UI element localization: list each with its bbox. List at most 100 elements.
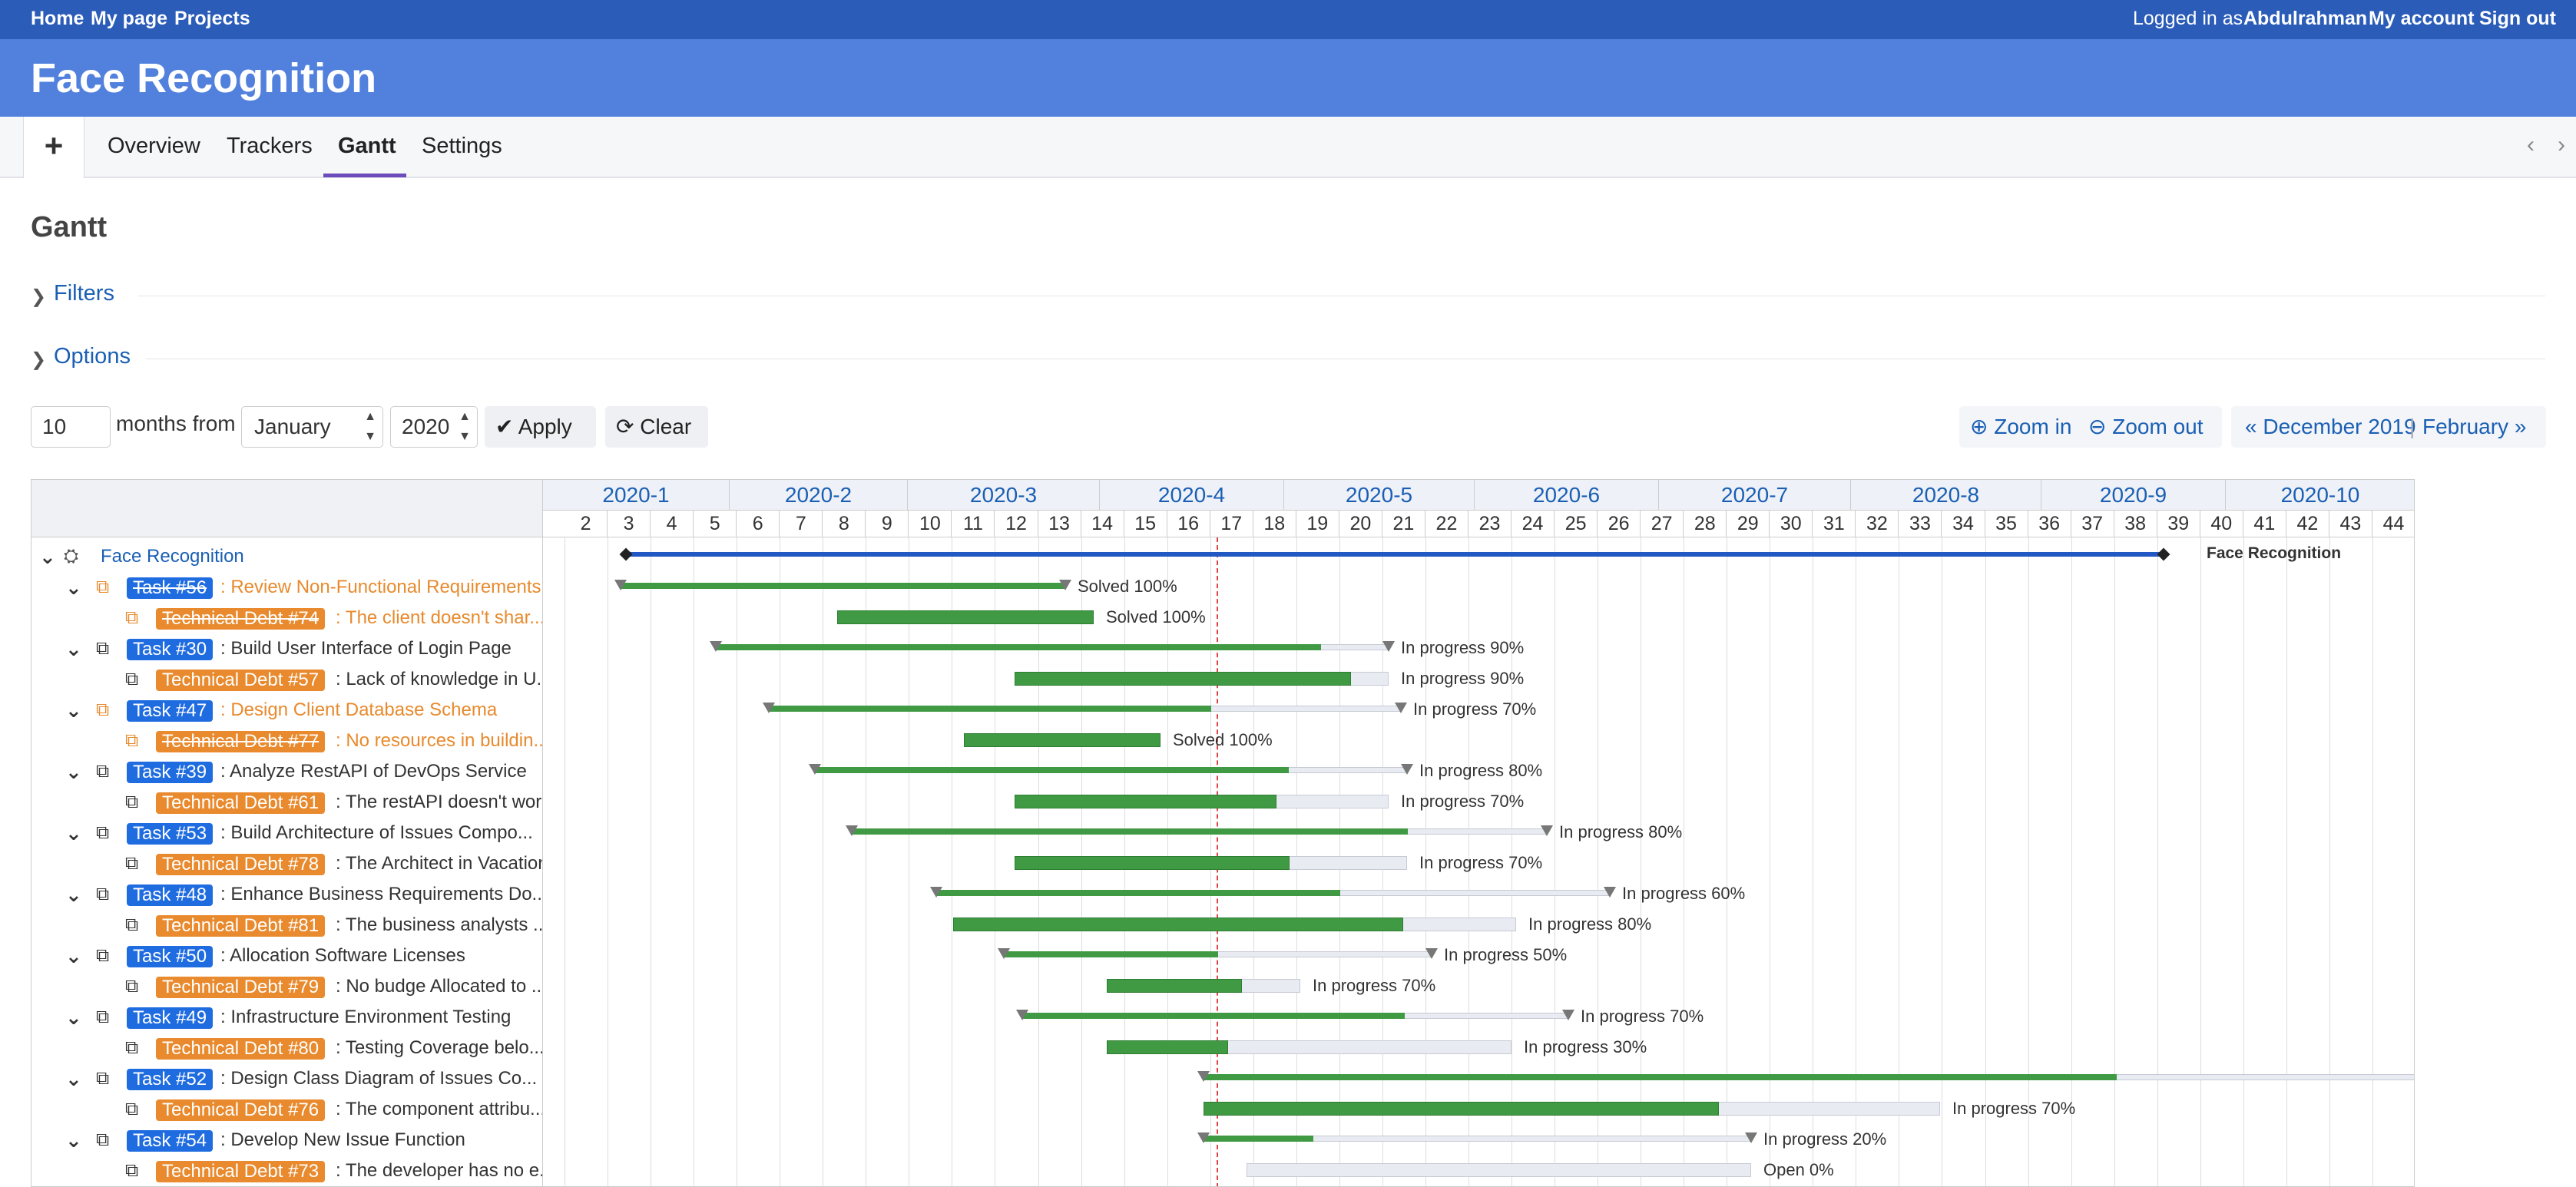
apply-button[interactable]: ✔ Apply (485, 406, 596, 448)
tab-selected-indicator (323, 174, 406, 177)
issue-subject[interactable]: : Build Architecture of Issues Compo... (220, 818, 533, 848)
collapse-icon[interactable]: ⌄ (65, 1063, 82, 1094)
issue-subject[interactable]: : The component attribu... (336, 1094, 542, 1125)
issue-id-badge[interactable]: Task #39 (127, 762, 214, 783)
month-header-cell[interactable]: 2020-5 (1284, 480, 1475, 511)
month-header-cell[interactable]: 2020-7 (1659, 480, 1851, 511)
task-start-marker (930, 887, 942, 898)
home-link[interactable]: Home (31, 8, 84, 30)
issue-subject[interactable]: : No budge Allocated to ... (336, 971, 542, 1002)
sign-out-link[interactable]: Sign out (2479, 8, 2556, 30)
month-header-cell[interactable]: 2020-4 (1100, 480, 1284, 511)
collapse-icon[interactable]: ⌄ (39, 541, 56, 572)
issue-subject[interactable]: : Enhance Business Requirements Do... (220, 879, 542, 910)
issue-id-badge[interactable]: Task #53 (127, 823, 214, 845)
issue-subject[interactable]: : The restAPI doesn't work (336, 787, 542, 818)
month-header-cell[interactable]: 2020-10 (2226, 480, 2414, 511)
issue-id-badge[interactable]: Technical Debt #78 (156, 854, 326, 875)
issue-subject[interactable]: : Review Non-Functional Requirements (220, 572, 541, 603)
issue-id-badge[interactable]: Technical Debt #74 (156, 608, 326, 630)
issue-subject[interactable]: : Design Class Diagram of Issues Co... (220, 1063, 537, 1094)
collapse-icon[interactable]: ⌄ (65, 633, 82, 664)
issue-subject[interactable]: : Allocation Software Licenses (220, 941, 465, 971)
bar-status-label: Solved 100% (1106, 607, 1206, 627)
issue-subject[interactable]: : No resources in buildin... (336, 726, 542, 756)
collapse-icon[interactable]: ⌄ (65, 1125, 82, 1156)
issue-id-badge[interactable]: Technical Debt #61 (156, 792, 326, 814)
month-header-cell[interactable]: 2020-2 (730, 480, 908, 511)
new-object-button[interactable]: + (23, 117, 84, 178)
zoom-in-icon: ⊕ (1970, 415, 1988, 438)
previous-period-link[interactable]: « December 2019 (2245, 406, 2416, 448)
issue-id-badge[interactable]: Technical Debt #76 (156, 1099, 326, 1121)
collapse-icon[interactable]: ⌄ (65, 1002, 82, 1033)
issue-subject[interactable]: : Testing Coverage belo... (336, 1033, 542, 1063)
issue-id-badge[interactable]: Technical Debt #80 (156, 1038, 326, 1060)
issue-subject[interactable]: : Infrastructure Environment Testing (220, 1002, 511, 1033)
month-header-cell[interactable]: 2020-6 (1475, 480, 1659, 511)
month-header-cell[interactable]: 2020-8 (1851, 480, 2041, 511)
projects-link[interactable]: Projects (174, 8, 250, 30)
issue-id-badge[interactable]: Technical Debt #79 (156, 977, 326, 998)
issue-icon: ⧉ (125, 853, 139, 874)
issue-id-badge[interactable]: Technical Debt #73 (156, 1161, 326, 1182)
my-page-link[interactable]: My page (91, 8, 167, 30)
collapse-icon[interactable]: ⌄ (65, 572, 82, 603)
issue-id-badge[interactable]: Technical Debt #77 (156, 731, 326, 752)
issue-id-badge[interactable]: Task #48 (127, 884, 214, 906)
issue-subject[interactable]: : The developer has no e... (336, 1156, 542, 1186)
zoom-out-button[interactable]: ⊖ Zoom out (2088, 406, 2204, 448)
issue-id-badge[interactable]: Technical Debt #81 (156, 915, 326, 937)
issue-subject[interactable]: : The business analysts ... (336, 910, 542, 941)
issue-subject[interactable]: : Develop New Issue Function (220, 1125, 465, 1156)
task-row: ⌄ ⧉ Task #50: Allocation Software Licenses (31, 941, 542, 971)
issue-subject[interactable]: : Analyze RestAPI of DevOps Service (220, 756, 527, 787)
tab-trackers[interactable]: Trackers (227, 134, 313, 159)
collapse-icon[interactable]: ⌄ (65, 695, 82, 726)
issue-id-badge[interactable]: Task #52 (127, 1069, 214, 1090)
issue-id-badge[interactable]: Task #54 (127, 1130, 214, 1152)
options-toggle[interactable]: Options (54, 344, 131, 369)
month-select[interactable]: January ▲ ▼ (241, 406, 383, 448)
month-header-cell[interactable]: 2020-9 (2041, 480, 2226, 511)
issue-id-badge[interactable]: Task #50 (127, 946, 214, 967)
issue-subject[interactable]: : The client doesn't shar... (336, 603, 542, 633)
collapse-icon[interactable]: ⌄ (65, 818, 82, 848)
issue-id-badge[interactable]: Task #56 (127, 577, 214, 599)
filters-fieldset: ❯ Filters (31, 281, 2545, 312)
issue-subject[interactable]: : The Architect in Vacation (336, 848, 542, 879)
collapse-icon[interactable]: ⌄ (65, 879, 82, 910)
issue-id-badge[interactable]: Technical Debt #57 (156, 670, 326, 691)
collapse-icon[interactable]: ⌄ (65, 941, 82, 971)
issue-subject[interactable]: : Build User Interface of Login Page (220, 633, 512, 664)
chevron-right-icon[interactable]: ❯ (31, 286, 46, 308)
collapse-icon[interactable]: ⌄ (65, 756, 82, 787)
issue-subject[interactable]: : Design Client Database Schema (220, 695, 497, 726)
filters-toggle[interactable]: Filters (54, 281, 114, 306)
my-account-link[interactable]: My account (2369, 8, 2475, 30)
week-header-cell: 17 (1210, 511, 1253, 537)
user-link[interactable]: Abdulrahman (2243, 8, 2367, 30)
year-select[interactable]: 2020 ▲ ▼ (390, 406, 478, 448)
week-header-cell: 6 (737, 511, 780, 537)
months-input[interactable]: 10 (31, 406, 111, 448)
issue-subject[interactable]: : Lack of knowledge in U... (336, 664, 542, 695)
tabs-scroll-right-icon[interactable]: › (2558, 132, 2565, 158)
tab-overview[interactable]: Overview (108, 134, 200, 159)
clear-button[interactable]: ⟳ Clear (605, 406, 708, 448)
next-period-link[interactable]: February » (2422, 406, 2526, 448)
tab-gantt[interactable]: Gantt (338, 134, 396, 159)
zoom-in-button[interactable]: ⊕ Zoom in (1970, 406, 2071, 448)
chevron-right-icon[interactable]: ❯ (31, 349, 46, 371)
issue-icon: ⧉ (96, 884, 110, 904)
issue-id-badge[interactable]: Task #49 (127, 1007, 214, 1029)
project-link[interactable]: Face Recognition (101, 541, 244, 572)
issue-id-badge[interactable]: Task #47 (127, 700, 214, 722)
tabs-scroll-left-icon[interactable]: ‹ (2527, 132, 2535, 158)
month-header-cell[interactable]: 2020-3 (908, 480, 1100, 511)
week-header-cell: 35 (1985, 511, 2028, 537)
tab-settings[interactable]: Settings (422, 134, 502, 159)
month-header-cell[interactable]: 2020-1 (543, 480, 730, 511)
week-header-cell: 23 (1468, 511, 1512, 537)
issue-id-badge[interactable]: Task #30 (127, 639, 214, 660)
